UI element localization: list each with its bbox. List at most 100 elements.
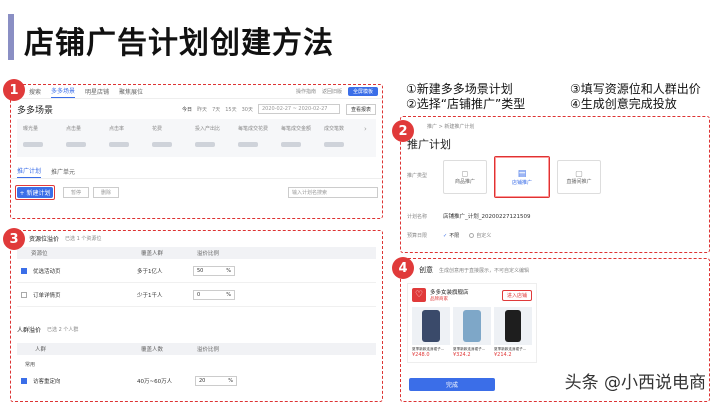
product-card[interactable]: 夏季新款连身裙子... ¥214.2 <box>494 307 532 358</box>
view-report-button[interactable]: 查看报表 <box>346 103 376 115</box>
tab-search[interactable]: 搜索 <box>29 87 41 96</box>
check-icon: ✓ <box>443 232 448 239</box>
budget-custom-radio[interactable] <box>469 233 475 238</box>
live-icon: ▢ <box>575 169 583 178</box>
range-15d[interactable]: 15天 <box>225 106 236 113</box>
resource-title: 资源位溢价 <box>29 235 60 243</box>
metric-ctr: 点击率 <box>109 125 152 151</box>
panel-campaign-list: 搜索 多多场景 明星店铺 聚焦展位 操作指南 返回旧版 全屏模板 多多场景 今日… <box>10 84 383 219</box>
subtab-plans[interactable]: 推广计划 <box>17 166 42 178</box>
crowd-reach: 40万~60万人 <box>137 379 173 385</box>
section-title: 多多场景 <box>17 105 54 116</box>
new-plan-button[interactable]: + 新建计划 <box>17 186 53 198</box>
panel-bid-settings: 资源位溢价 已选 1 个资源位 资源位 覆盖人群 溢价比例 优选活动页 多于1亿… <box>10 230 383 402</box>
table-row: 优选活动页 多于1亿人 50% <box>17 259 376 283</box>
type-product-card[interactable]: ◻ 商品推广 <box>443 160 487 194</box>
resource-reach: 多于1亿人 <box>137 268 163 275</box>
shop-name: 多多女装旗舰店 <box>430 290 469 296</box>
metric-roi: 投入产出比 <box>195 125 238 151</box>
store-icon: ▤ <box>517 168 527 179</box>
resource-name: 优选活动页 <box>33 268 61 275</box>
type-live-card[interactable]: ▢ 直播间推广 <box>557 160 601 194</box>
col-crowd-reach: 覆盖人数 <box>141 347 164 353</box>
crowd-title: 人群溢价 <box>17 326 42 334</box>
budget-unlimited-option[interactable]: 不限 <box>449 232 459 239</box>
step-4-text: ④生成创意完成投放 <box>570 97 677 111</box>
type-live-label: 直播间推广 <box>566 179 592 185</box>
name-label: 计划名称 <box>407 213 428 220</box>
step-3-text: ③填写资源位和人群出价 <box>570 82 701 96</box>
range-30d[interactable]: 30天 <box>242 106 253 113</box>
badge-3: 3 <box>3 228 25 250</box>
metric-spend: 花费 <box>152 125 195 151</box>
type-label: 推广类型 <box>407 173 428 179</box>
plan-heading: 推广计划 <box>407 138 451 151</box>
tab-duoduo-scene[interactable]: 多多场景 <box>51 86 76 98</box>
table-row: 订单详情页 少于1千人 0% <box>17 283 376 307</box>
dress-image <box>505 310 521 342</box>
budget-label: 预算日限 <box>407 233 428 239</box>
resource-premium-input-1[interactable]: 50% <box>193 265 235 276</box>
range-today[interactable]: 今日 <box>182 106 192 113</box>
finish-button[interactable]: 完成 <box>409 378 495 391</box>
creative-preview: ♡ 多多女装旗舰店 品牌商家 进入店铺 夏季新款连身裙子... ¥248.0 夏… <box>407 283 537 363</box>
resource-reach: 少于1千人 <box>137 292 163 299</box>
type-shop-card[interactable]: ▤ 店铺推广 <box>494 156 550 198</box>
resource-premium-input-2[interactable]: 0% <box>193 289 235 300</box>
step-1-text: ①新建多多场景计划 <box>406 82 513 96</box>
col-resource: 资源位 <box>31 251 48 257</box>
col-reach: 覆盖人群 <box>141 251 164 257</box>
steps-right: ③填写资源位和人群出价 ④生成创意完成投放 <box>570 82 701 112</box>
step-2-text: ②选择“店铺推广”类型 <box>406 97 526 111</box>
product-price: ¥248.0 <box>412 352 430 358</box>
shop-tag: 品牌商家 <box>430 297 448 302</box>
new-plan-highlight: + 新建计划 <box>15 184 55 200</box>
crowd-note: 已选 2 个人群 <box>47 326 79 333</box>
shop-logo-icon: ♡ <box>412 288 426 302</box>
crowd-premium-input-1[interactable]: 20% <box>195 376 237 386</box>
metric-amount-per-order: 每笔成交金额 <box>281 125 324 151</box>
plan-search-input[interactable]: 输入计划名搜索 <box>288 186 378 198</box>
col-premium: 溢价比例 <box>197 251 220 257</box>
breadcrumb: 推广 > 新建推广计划 <box>427 124 475 130</box>
type-shop-label: 店铺推广 <box>511 179 532 186</box>
badge-1: 1 <box>3 79 25 101</box>
budget-custom-option[interactable]: 自定义 <box>476 232 491 239</box>
product-price: ¥214.2 <box>494 352 512 358</box>
crowd-checkbox-1[interactable] <box>21 378 27 384</box>
dress-image <box>422 310 440 342</box>
metric-orders: 成交笔数 <box>324 125 364 151</box>
badge-2: 2 <box>392 120 414 142</box>
date-range-input[interactable]: 2020-02-27 ~ 2020-02-27 <box>258 104 340 114</box>
creative-hint: 生成创意用于直接展示，不可自定义编辑 <box>439 267 530 274</box>
badge-4: 4 <box>392 257 414 279</box>
enter-shop-button[interactable]: 进入店铺 <box>501 289 532 301</box>
panel-plan-type: 推广 > 新建推广计划 推广计划 推广类型 ◻ 商品推广 ▤ 店铺推广 ▢ 直播… <box>400 116 710 253</box>
pause-button[interactable]: 暂停 <box>63 186 89 198</box>
tab-focus-display[interactable]: 聚焦展位 <box>119 87 143 96</box>
tab-star-shop[interactable]: 明星店铺 <box>85 87 109 96</box>
steps-left: ①新建多多场景计划 ②选择“店铺推广”类型 <box>406 82 525 112</box>
range-7d[interactable]: 7天 <box>212 106 220 113</box>
crowd-name: 访客重定向 <box>33 379 61 385</box>
product-card[interactable]: 夏季新款连身裙子... ¥324.2 <box>453 307 491 358</box>
slide-title: 店铺广告计划创建方法 <box>24 26 334 61</box>
title-accent-bar <box>8 14 14 60</box>
chevron-right-icon[interactable]: › <box>364 125 367 133</box>
dress-image <box>463 310 481 342</box>
resource-checkbox-1[interactable] <box>21 267 27 274</box>
subtab-units[interactable]: 推广单元 <box>51 167 75 176</box>
metric-impressions: 曝光量 <box>23 125 66 151</box>
range-yesterday[interactable]: 昨天 <box>197 106 207 113</box>
metric-clicks: 点击量 <box>66 125 109 151</box>
delete-button[interactable]: 删除 <box>93 186 119 198</box>
fullscreen-template-button[interactable]: 全屏模板 <box>348 87 378 96</box>
plan-name-input[interactable]: 店铺推广_计划_20200227121509 <box>443 212 531 220</box>
resource-name: 订单详情页 <box>33 292 61 299</box>
old-version-link[interactable]: 返回旧版 <box>322 88 342 95</box>
product-card[interactable]: 夏季新款连身裙子... ¥248.0 <box>412 307 450 358</box>
crowd-group-label: 常用 <box>25 362 36 368</box>
guide-link[interactable]: 操作指南 <box>296 88 316 95</box>
creative-heading: 创意 <box>419 266 433 274</box>
resource-checkbox-2[interactable] <box>21 291 27 298</box>
